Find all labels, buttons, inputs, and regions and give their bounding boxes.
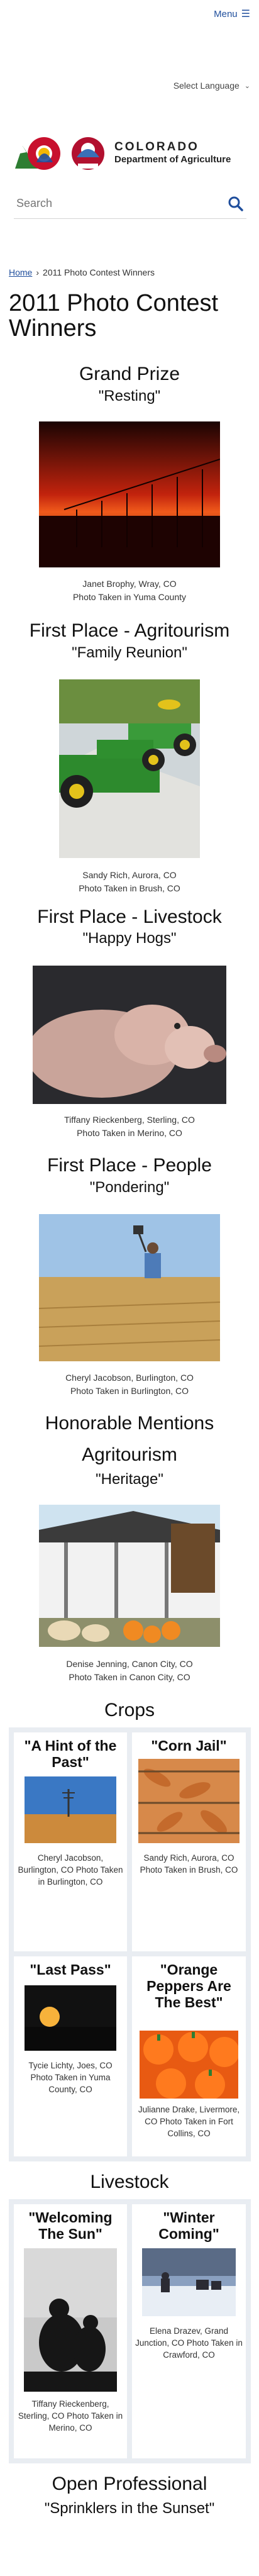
search-icon[interactable] [225,193,246,215]
crops-item: "Orange Peppers Are The Best" Julianne D… [132,1956,246,2156]
crops-item-caption: Cheryl Jacobson, Burlington, CO Photo Ta… [18,1853,123,1887]
breadcrumb-current: 2011 Photo Contest Winners [43,267,155,277]
agritourism-caption-2: Photo Taken in Brush, CO [79,883,180,893]
agritourism-heading: First Place - Agritourism [29,620,230,641]
hm-agritourism-heading: Agritourism [82,1444,177,1465]
hm-agritourism-title: "Heritage" [96,1471,163,1488]
livestock-grid: "Welcoming The Sun" Tiffany Rieckenberg,… [9,2199,251,2463]
crops-item-photo [25,1985,116,2051]
search-input[interactable] [14,197,225,210]
livestock-item-title: "Welcoming The Sun" [28,2209,113,2242]
grand-prize-caption-1: Janet Brophy, Wray, CO [82,579,177,589]
crops-item-caption: Sandy Rich, Aurora, CO Photo Taken in Br… [140,1853,238,1875]
livestock-heading: First Place - Livestock [37,906,222,927]
grand-prize-caption-2: Photo Taken in Yuma County [72,592,187,602]
people-title: "Pondering" [89,1179,170,1196]
breadcrumb: Home › 2011 Photo Contest Winners [9,267,155,277]
people-photo [39,1214,220,1361]
livestock-caption-1: Tiffany Rieckenberg, Sterling, CO [64,1115,195,1125]
agritourism-photo [59,679,200,858]
livestock-item-title: "Winter Coming" [158,2209,219,2242]
menu-label: Menu [214,8,238,20]
livestock-item-caption: Elena Drazev, Grand Junction, CO Photo T… [135,2326,243,2360]
logo-text: COLORADO Department of Agriculture [114,140,231,165]
livestock-item-photo [142,2248,236,2316]
crops-item-caption: Julianne Drake, Livermore, CO Photo Take… [138,2105,240,2138]
site-logo[interactable]: COLORADO Department of Agriculture [14,132,246,174]
people-heading: First Place - People [47,1155,212,1176]
open-professional-heading: Open Professional [52,2473,207,2494]
livestock-item-photo [24,2248,117,2392]
agritourism-title: "Family Reunion" [72,644,187,661]
crops-item-title: "Orange Peppers Are The Best" [146,1961,231,2010]
crops-item-photo [140,2031,238,2099]
livestock-item: "Winter Coming" Elena Drazev, Grand Junc… [132,2204,246,2458]
livestock-caption-2: Photo Taken in Merino, CO [77,1128,182,1138]
crops-item: "Corn Jail" Sandy Rich, Aurora, CO Photo… [132,1732,246,1951]
menu-button[interactable]: Menu ☰ [214,8,250,20]
crops-item-photo [25,1776,116,1843]
people-caption-1: Cheryl Jacobson, Burlington, CO [65,1373,194,1383]
grand-prize-photo [39,421,220,567]
open-professional-title: "Sprinklers in the Sunset" [44,2500,215,2517]
chevron-down-icon: ⌄ [244,82,250,90]
crops-item-caption: Tycie Lichty, Joes, CO Photo Taken in Yu… [28,2061,113,2094]
crops-item: "A Hint of the Past" Cheryl Jacobson, Bu… [14,1732,127,1951]
crops-item-title: "A Hint of the Past" [24,1737,117,1770]
livestock-item: "Welcoming The Sun" Tiffany Rieckenberg,… [14,2204,127,2458]
livestock-item-caption: Tiffany Rieckenberg, Sterling, CO Photo … [18,2399,123,2433]
hm-agritourism-photo [39,1505,220,1647]
agritourism-caption-1: Sandy Rich, Aurora, CO [82,870,177,880]
breadcrumb-separator: › [36,267,40,277]
crops-item: "Last Pass" Tycie Lichty, Joes, CO Photo… [14,1956,127,2156]
crops-heading: Crops [104,1700,155,1720]
breadcrumb-home-link[interactable]: Home [9,267,32,277]
search-bar [14,189,246,219]
colorado-logo-icon [14,132,109,174]
hamburger-icon: ☰ [241,9,250,20]
livestock-photo [33,966,226,1104]
people-caption-2: Photo Taken in Burlington, CO [70,1386,189,1396]
grand-prize-title: "Resting" [98,388,161,404]
crops-item-photo [138,1759,240,1843]
hm-agritourism-caption-2: Photo Taken in Canon City, CO [69,1672,190,1682]
crops-grid: "A Hint of the Past" Cheryl Jacobson, Bu… [9,1727,251,2161]
logo-line1: COLORADO [114,140,199,154]
crops-item-title: "Corn Jail" [151,1737,227,1754]
language-label: Select Language [173,81,240,91]
top-bar: Menu ☰ [0,0,259,30]
crops-item-title: "Last Pass" [30,1961,111,1978]
livestock-title: "Happy Hogs" [82,930,177,947]
honorable-mentions-heading: Honorable Mentions [45,1413,214,1434]
hm-livestock-heading: Livestock [90,2172,169,2192]
hm-agritourism-caption-1: Denise Jenning, Canon City, CO [66,1659,193,1669]
grand-prize-heading: Grand Prize [79,364,180,384]
logo-line2: Department of Agriculture [114,154,231,165]
language-select[interactable]: Select Language ⌄ [174,81,250,91]
page-title: 2011 Photo Contest Winners [9,290,219,342]
